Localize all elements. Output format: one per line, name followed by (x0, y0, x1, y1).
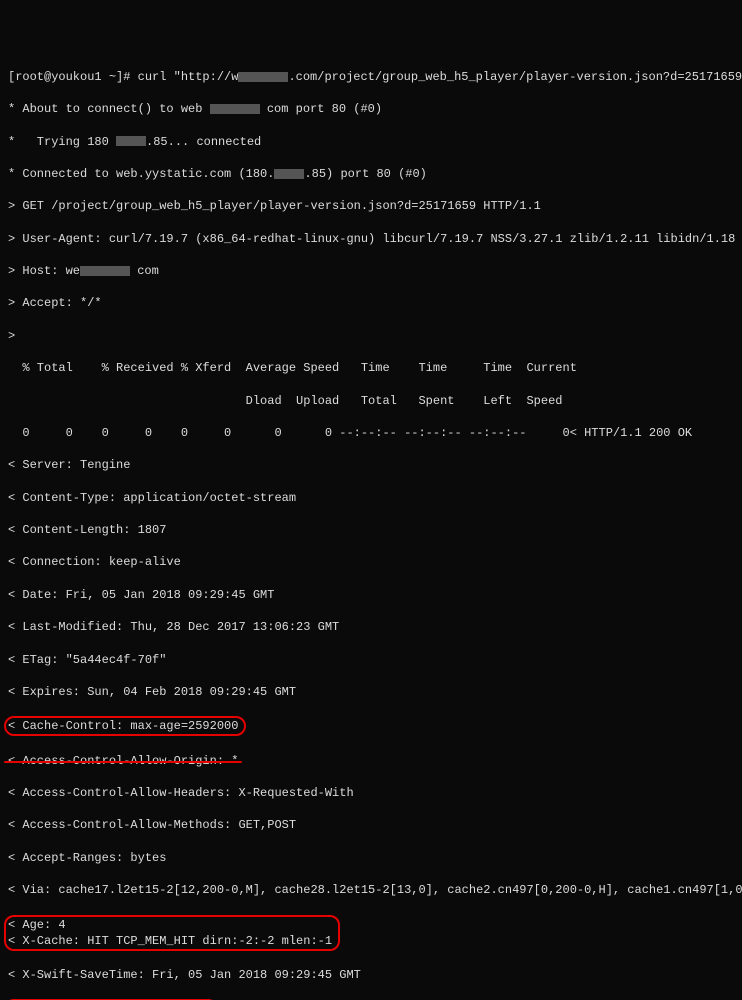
red-highlight-box: < Cache-Control: max-age=2592000 (4, 716, 246, 736)
curl-command-part1: curl "http://w (138, 70, 239, 84)
response-header: < Connection: keep-alive (8, 554, 734, 570)
connected-a: * Connected to web.yystatic.com (180. (8, 167, 274, 181)
terminal-line: * Trying 180 .85... connected (8, 134, 734, 150)
red-highlight-box: < X-Swift-CacheTime: 2592000 (4, 999, 218, 1000)
response-header: < Access-Control-Allow-Methods: GET,POST (8, 817, 734, 833)
response-header: < Last-Modified: Thu, 28 Dec 2017 13:06:… (8, 619, 734, 635)
trying-ip-a: * Trying 180 (8, 135, 116, 149)
redacted (210, 104, 260, 114)
acao-header: < Access-Control-Allow-Origin: * (8, 754, 238, 768)
redacted (116, 136, 146, 146)
cache-control-header: < Cache-Control: max-age=2592000 (8, 719, 238, 733)
annotation-swift-cachetime: < X-Swift-CacheTime: 2592000 (8, 999, 734, 1000)
progress-header-1: % Total % Received % Xferd Average Speed… (8, 360, 734, 376)
annotation-age-xcache: < Age: 4 < X-Cache: HIT TCP_MEM_HIT dirn… (8, 915, 734, 951)
response-header: < Content-Type: application/octet-stream (8, 490, 734, 506)
terminal-line: > Accept: */* (8, 295, 734, 311)
host-b: com (130, 264, 159, 278)
response-header: < X-Swift-SaveTime: Fri, 05 Jan 2018 09:… (8, 967, 734, 983)
terminal-line: > GET /project/group_web_h5_player/playe… (8, 198, 734, 214)
terminal-line: [root@youkou1 ~]# curl "http://w.com/pro… (8, 69, 734, 85)
trying-ip-b: .85... connected (146, 135, 261, 149)
red-highlight-box: < Age: 4 < X-Cache: HIT TCP_MEM_HIT dirn… (4, 915, 340, 951)
terminal-line: > User-Agent: curl/7.19.7 (x86_64-redhat… (8, 231, 734, 247)
shell-prompt[interactable]: [root@youkou1 ~]# (8, 70, 138, 84)
curl-command-part2: .com/project/group_web_h5_player/player-… (288, 70, 742, 84)
terminal-line: > Host: we com (8, 263, 734, 279)
redacted (274, 169, 304, 179)
connect-msg-b: com port 80 (#0) (260, 102, 382, 116)
red-strike-line: < Access-Control-Allow-Origin: * (8, 753, 238, 769)
response-header: < Access-Control-Allow-Headers: X-Reques… (8, 785, 734, 801)
response-header: < Content-Length: 1807 (8, 522, 734, 538)
connect-msg-a: * About to connect() to web (8, 102, 210, 116)
redacted-host (238, 72, 288, 82)
terminal-line: > (8, 328, 734, 344)
progress-row: 0 0 0 0 0 0 0 0 --:--:-- --:--:-- --:--:… (8, 425, 734, 441)
host-a: > Host: we (8, 264, 80, 278)
terminal-line: * About to connect() to web com port 80 … (8, 101, 734, 117)
annotation-cache-control: < Cache-Control: max-age=2592000 (8, 716, 734, 736)
x-cache-header: < X-Cache: HIT TCP_MEM_HIT dirn:-2:-2 ml… (8, 934, 332, 948)
terminal-line: * Connected to web.yystatic.com (180. .85… (8, 166, 734, 182)
progress-header-2: Dload Upload Total Spent Left Speed (8, 393, 734, 409)
connected-b: .85) port 80 (#0) (304, 167, 426, 181)
response-header: < Accept-Ranges: bytes (8, 850, 734, 866)
response-header: < Date: Fri, 05 Jan 2018 09:29:45 GMT (8, 587, 734, 603)
response-header: < Expires: Sun, 04 Feb 2018 09:29:45 GMT (8, 684, 734, 700)
redacted (80, 266, 130, 276)
response-header: < Via: cache17.l2et15-2[12,200-0,M], cac… (8, 882, 734, 898)
response-header: < Access-Control-Allow-Origin: * (8, 753, 734, 769)
age-header: < Age: 4 (8, 918, 66, 932)
response-header: < ETag: "5a44ec4f-70f" (8, 652, 734, 668)
response-header: < Server: Tengine (8, 457, 734, 473)
